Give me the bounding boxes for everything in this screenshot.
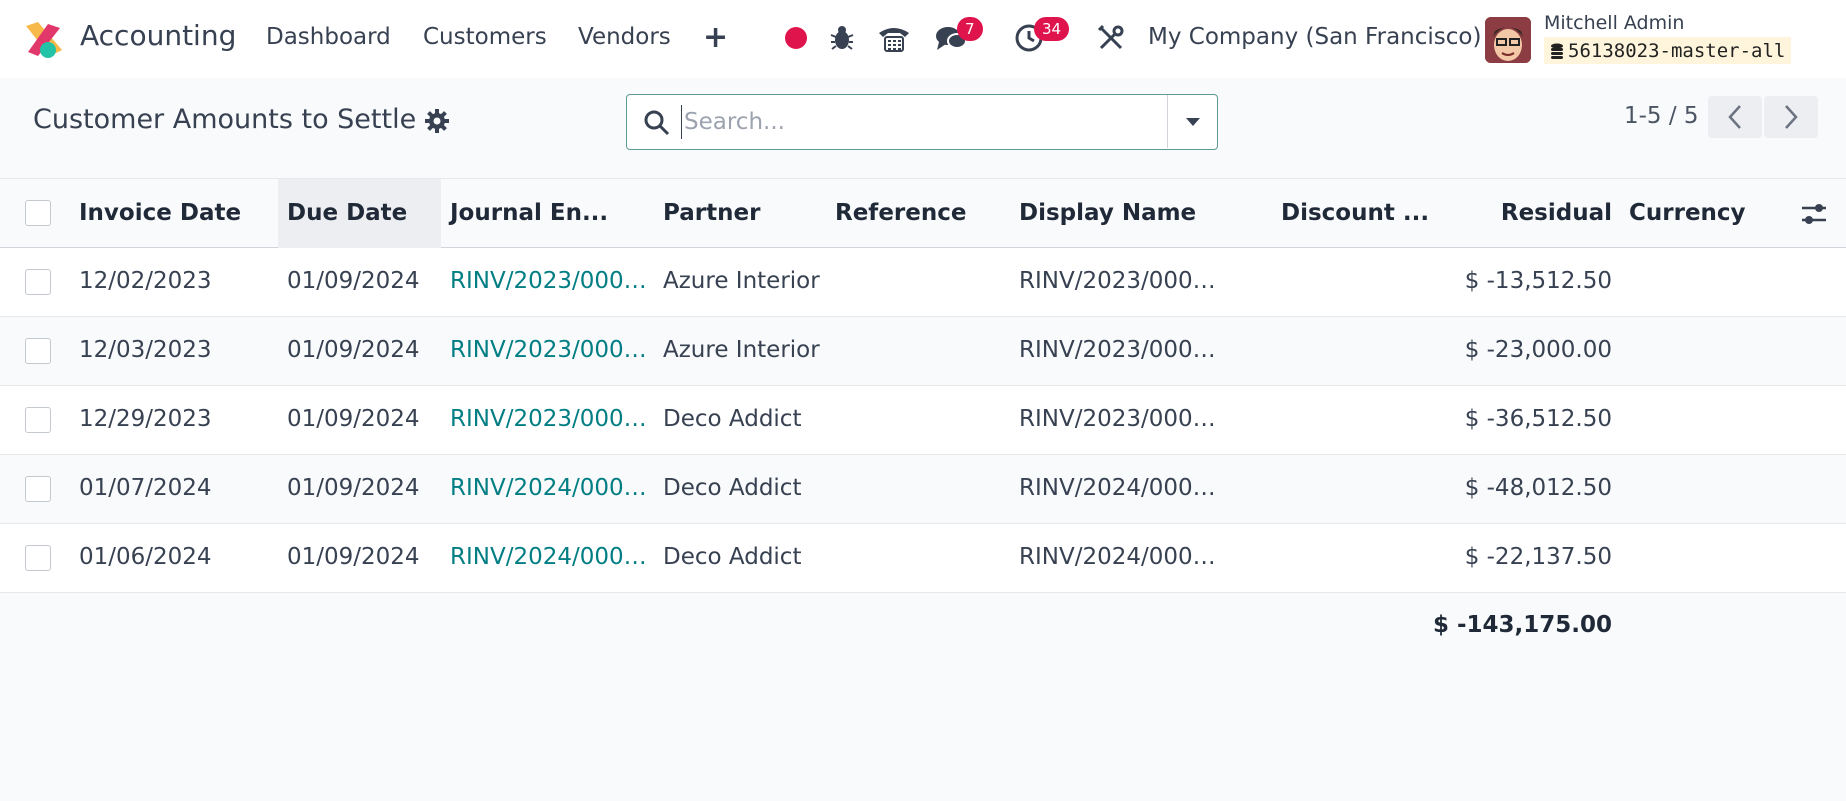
- cell-residual: $ -36,512.50: [1464, 406, 1612, 432]
- cell-invoice-date: 12/02/2023: [79, 268, 212, 294]
- avatar[interactable]: [1485, 17, 1531, 63]
- row-checkbox[interactable]: [25, 545, 51, 571]
- cell-residual: $ -22,137.50: [1464, 544, 1612, 570]
- company-switcher[interactable]: My Company (San Francisco): [1148, 24, 1481, 50]
- cell-due-date: 01/09/2024: [287, 475, 420, 501]
- search-icon: [644, 110, 670, 136]
- table-row[interactable]: 01/07/2024 01/09/2024 RINV/2024/000… Dec…: [0, 455, 1846, 524]
- column-invoice-date[interactable]: Invoice Date: [79, 200, 241, 226]
- cell-partner: Deco Addict: [663, 475, 802, 501]
- cell-display-name: RINV/2023/000…: [1019, 406, 1216, 432]
- database-name: 56138023-master-all: [1568, 39, 1786, 62]
- column-settings-icon[interactable]: [1800, 201, 1828, 227]
- cell-partner: Azure Interior: [663, 337, 820, 363]
- cell-invoice-date: 12/03/2023: [79, 337, 212, 363]
- column-partner[interactable]: Partner: [663, 200, 760, 226]
- chevron-right-icon: [1785, 105, 1798, 129]
- cell-invoice-date: 12/29/2023: [79, 406, 212, 432]
- gear-icon[interactable]: [425, 109, 449, 133]
- pager-next-button[interactable]: [1764, 96, 1818, 138]
- cell-due-date: 01/09/2024: [287, 337, 420, 363]
- app-logo-icon[interactable]: [24, 20, 64, 60]
- database-badge: 56138023-master-all: [1544, 37, 1792, 64]
- column-display-name[interactable]: Display Name: [1019, 200, 1196, 226]
- cell-invoice-date: 01/07/2024: [79, 475, 212, 501]
- select-all-checkbox[interactable]: [25, 200, 51, 226]
- tools-icon[interactable]: [1094, 20, 1128, 56]
- table-row[interactable]: 12/29/2023 01/09/2024 RINV/2023/000… Dec…: [0, 386, 1846, 455]
- pager-value[interactable]: 1-5 / 5: [1624, 103, 1699, 129]
- record-icon[interactable]: [779, 20, 813, 56]
- bug-icon[interactable]: [825, 20, 859, 56]
- search-input[interactable]: [681, 105, 1081, 139]
- cell-partner: Deco Addict: [663, 544, 802, 570]
- residual-total: $ -143,175.00: [1432, 612, 1612, 638]
- table-header: Invoice Date Due Date Journal En... Part…: [0, 178, 1846, 248]
- top-navbar: Accounting Dashboard Customers Vendors +…: [0, 0, 1846, 78]
- phone-icon[interactable]: [877, 20, 911, 56]
- chevron-left-icon: [1728, 105, 1741, 129]
- cell-journal-entry-link[interactable]: RINV/2024/000…: [450, 475, 647, 501]
- menu-customers[interactable]: Customers: [423, 24, 547, 50]
- cell-invoice-date: 01/06/2024: [79, 544, 212, 570]
- cell-journal-entry-link[interactable]: RINV/2023/000…: [450, 406, 647, 432]
- table-row[interactable]: 12/02/2023 01/09/2024 RINV/2023/000… Azu…: [0, 248, 1846, 317]
- cell-residual: $ -13,512.50: [1464, 268, 1612, 294]
- chat-count-badge: 7: [957, 17, 983, 41]
- quick-create-plus-icon[interactable]: +: [703, 20, 728, 55]
- table-row[interactable]: 12/03/2023 01/09/2024 RINV/2023/000… Azu…: [0, 317, 1846, 386]
- menu-vendors[interactable]: Vendors: [578, 24, 671, 50]
- cell-display-name: RINV/2024/000…: [1019, 475, 1216, 501]
- table-row[interactable]: 01/06/2024 01/09/2024 RINV/2024/000… Dec…: [0, 524, 1846, 593]
- activity-count-badge: 34: [1034, 17, 1070, 41]
- column-currency[interactable]: Currency: [1629, 200, 1746, 226]
- cell-display-name: RINV/2023/000…: [1019, 337, 1216, 363]
- cell-residual: $ -48,012.50: [1464, 475, 1612, 501]
- app-name[interactable]: Accounting: [80, 19, 236, 52]
- user-name[interactable]: Mitchell Admin: [1544, 12, 1684, 34]
- row-checkbox[interactable]: [25, 269, 51, 295]
- search-box: [626, 94, 1218, 150]
- cell-partner: Azure Interior: [663, 268, 820, 294]
- cell-journal-entry-link[interactable]: RINV/2023/000…: [450, 337, 647, 363]
- row-checkbox[interactable]: [25, 338, 51, 364]
- cell-journal-entry-link[interactable]: RINV/2024/000…: [450, 544, 647, 570]
- cell-due-date: 01/09/2024: [287, 268, 420, 294]
- caret-down-icon: [1186, 117, 1200, 126]
- cell-journal-entry-link[interactable]: RINV/2023/000…: [450, 268, 647, 294]
- menu-dashboard[interactable]: Dashboard: [266, 24, 391, 50]
- row-checkbox[interactable]: [25, 407, 51, 433]
- search-options-toggle[interactable]: [1168, 95, 1218, 148]
- column-journal-entry[interactable]: Journal En...: [450, 200, 608, 226]
- column-due-date[interactable]: Due Date: [287, 200, 407, 226]
- cell-due-date: 01/09/2024: [287, 406, 420, 432]
- cell-display-name: RINV/2023/000…: [1019, 268, 1216, 294]
- database-icon: [1551, 43, 1563, 59]
- column-reference[interactable]: Reference: [835, 200, 966, 226]
- cell-residual: $ -23,000.00: [1464, 337, 1612, 363]
- cell-partner: Deco Addict: [663, 406, 802, 432]
- pager-previous-button[interactable]: [1708, 96, 1762, 138]
- cell-due-date: 01/09/2024: [287, 544, 420, 570]
- cell-display-name: RINV/2024/000…: [1019, 544, 1216, 570]
- column-residual[interactable]: Residual: [1400, 200, 1612, 226]
- page-title: Customer Amounts to Settle: [33, 104, 417, 135]
- row-checkbox[interactable]: [25, 476, 51, 502]
